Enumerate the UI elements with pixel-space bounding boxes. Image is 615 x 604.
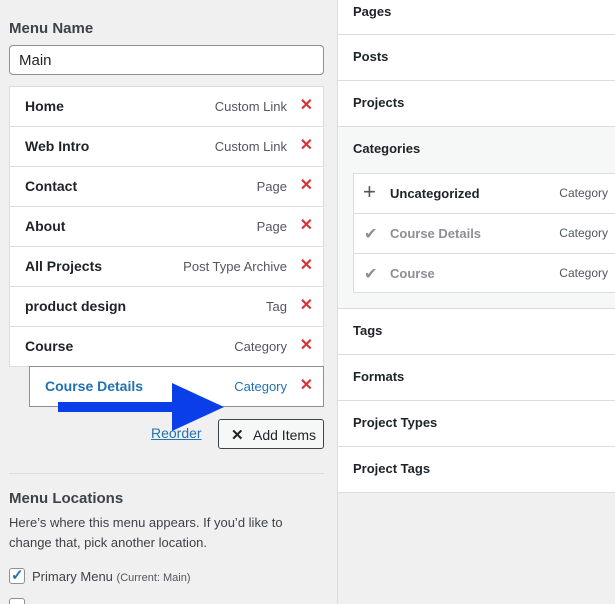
menu-item-type: Category — [234, 339, 287, 354]
plus-icon[interactable]: + — [363, 179, 376, 205]
source-title: Tags — [353, 323, 383, 338]
divider — [9, 473, 324, 474]
source-project-types[interactable]: Project Types — [338, 401, 615, 447]
menu-item-title: Web Intro — [25, 138, 90, 154]
category-item-course-details[interactable]: ✔ Course Details Category — [354, 214, 615, 254]
menu-item-type: Custom Link — [214, 139, 287, 154]
primary-menu-name: Primary Menu — [32, 569, 113, 584]
menu-item-contact[interactable]: Contact Page ✕ — [9, 166, 324, 207]
add-items-button[interactable]: ✕ Add Items — [218, 419, 324, 449]
menu-item-type: Custom Link — [214, 99, 287, 114]
menu-item-type: Page — [256, 179, 287, 194]
primary-menu-current: (Current: Main) — [116, 572, 191, 584]
menu-item-product-design[interactable]: product design Tag ✕ — [9, 286, 324, 327]
source-posts[interactable]: Posts — [338, 35, 615, 81]
delete-icon[interactable]: ✕ — [300, 177, 313, 195]
secondary-location-checkbox[interactable] — [9, 598, 25, 604]
menu-name-input[interactable] — [9, 45, 324, 75]
delete-icon[interactable]: ✕ — [300, 337, 313, 355]
menu-item-type: Post Type Archive — [183, 259, 287, 274]
source-title: Formats — [353, 369, 405, 384]
menu-item-title: Home — [25, 98, 64, 114]
source-title: Projects — [353, 95, 405, 110]
category-type: Category — [559, 226, 608, 240]
menu-item-course[interactable]: Course Category ✕ — [9, 326, 324, 367]
source-project-tags[interactable]: Project Tags — [338, 447, 615, 493]
delete-icon[interactable]: ✕ — [300, 137, 313, 155]
checkmark-icon: ✔ — [364, 226, 378, 243]
menu-item-type: Page — [256, 219, 287, 234]
source-formats[interactable]: Formats — [338, 355, 615, 401]
menu-name-label: Menu Name — [9, 20, 94, 37]
menu-locations-description: Here’s where this menu appears. If you’d… — [9, 515, 283, 550]
checkmark-icon: ✔ — [364, 266, 378, 283]
menu-item-title: About — [25, 218, 66, 234]
source-title: Categories — [353, 141, 421, 156]
source-title: Project Tags — [353, 461, 431, 476]
category-name: Uncategorized — [390, 186, 480, 201]
menu-item-web-intro[interactable]: Web Intro Custom Link ✕ — [9, 126, 324, 167]
category-name: Course — [390, 266, 435, 281]
category-type: Category — [559, 186, 608, 200]
right-arrow-icon — [58, 383, 224, 431]
menu-item-type: Tag — [266, 299, 287, 314]
category-name: Course Details — [390, 226, 482, 241]
delete-icon[interactable]: ✕ — [300, 297, 313, 315]
menu-structure-panel: Menu Name Home Custom Link ✕ Web Intro C… — [0, 0, 337, 604]
delete-icon[interactable]: ✕ — [300, 257, 313, 275]
primary-menu-label: Primary Menu (Current: Main) — [32, 569, 191, 584]
delete-icon[interactable]: ✕ — [300, 217, 313, 235]
menu-item-all-projects[interactable]: All Projects Post Type Archive ✕ — [9, 246, 324, 287]
menu-item-about[interactable]: About Page ✕ — [9, 206, 324, 247]
category-list: + Uncategorized Category ✔ Course Detail… — [353, 173, 615, 293]
close-icon: ✕ — [231, 427, 244, 444]
menu-item-title: Contact — [25, 178, 78, 194]
menu-item-title: All Projects — [25, 258, 103, 274]
delete-icon[interactable]: ✕ — [300, 377, 313, 395]
add-menu-items-panel: Pages Posts Projects Categories + Uncate… — [337, 0, 615, 604]
source-title: Project Types — [353, 415, 438, 430]
menu-locations-title: Menu Locations — [9, 490, 124, 507]
menu-item-type: Category — [234, 379, 287, 394]
add-items-label: Add Items — [253, 427, 317, 443]
category-type: Category — [559, 266, 608, 280]
menu-item-home[interactable]: Home Custom Link ✕ — [9, 86, 324, 127]
source-pages[interactable]: Pages — [338, 0, 615, 35]
primary-menu-checkbox[interactable] — [9, 566, 25, 584]
category-item-uncategorized[interactable]: + Uncategorized Category — [354, 174, 615, 214]
source-tags[interactable]: Tags — [338, 309, 615, 355]
menu-item-title: Course — [25, 338, 74, 354]
category-item-course[interactable]: ✔ Course Category — [354, 254, 615, 294]
reorder-link[interactable]: Reorder — [151, 425, 202, 441]
source-title: Pages — [353, 4, 392, 19]
source-title: Posts — [353, 49, 389, 64]
menu-item-title: product design — [25, 298, 127, 314]
delete-icon[interactable]: ✕ — [300, 97, 313, 115]
source-projects[interactable]: Projects — [338, 81, 615, 127]
